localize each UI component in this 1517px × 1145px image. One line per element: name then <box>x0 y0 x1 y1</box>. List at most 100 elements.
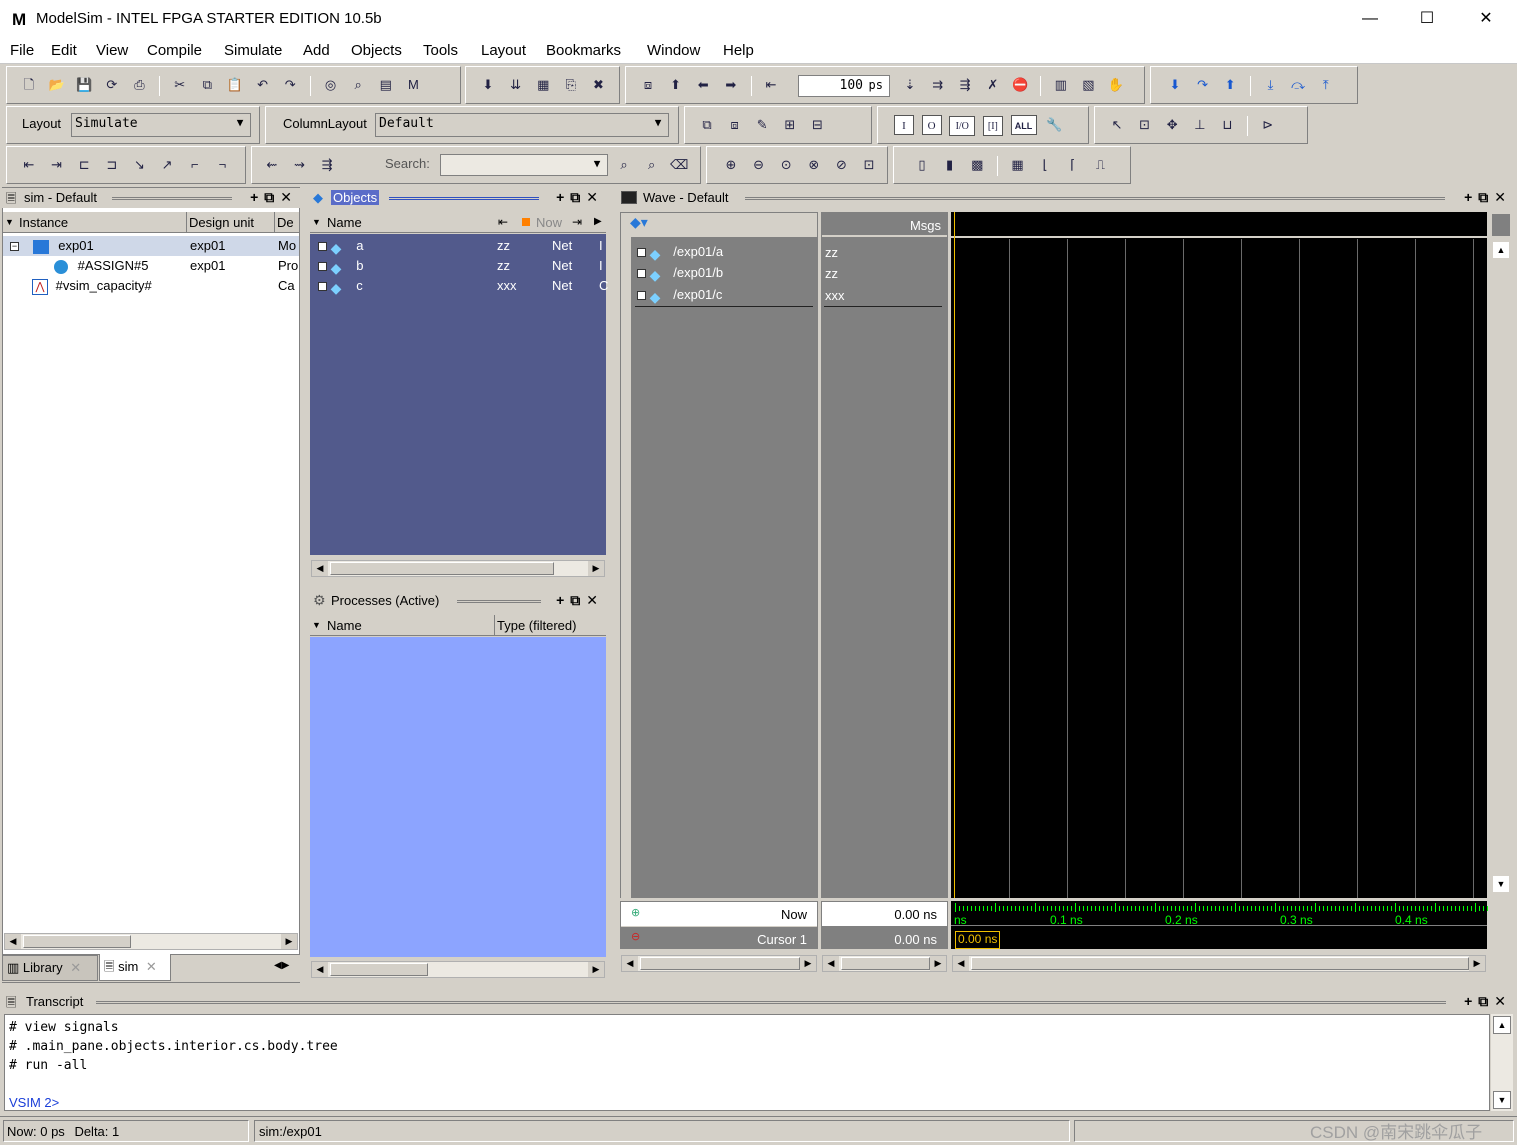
wave-toolbar-icon[interactable]: ◆▾ <box>630 214 648 231</box>
transcript-console[interactable]: # view signals # .main_pane.objects.inte… <box>4 1014 1490 1111</box>
scroll-left-icon[interactable]: ◀ <box>622 956 638 971</box>
break-icon[interactable]: ⎘ <box>561 75 581 95</box>
scroll-left-icon[interactable]: ◀ <box>5 934 21 949</box>
pane-controls[interactable]: +⧉✕ <box>556 592 604 609</box>
layout-select[interactable]: Simulate ▼ <box>71 113 251 137</box>
back-arrow-icon[interactable]: ⬅ <box>693 75 713 95</box>
step-forward-icon[interactable]: ⇥ <box>572 215 582 229</box>
zoom-full-icon[interactable]: ⊙ <box>776 155 796 175</box>
close-icon[interactable]: ✕ <box>146 959 157 974</box>
wave-cut-icon[interactable]: ⧉ <box>697 115 717 135</box>
next-falling-icon[interactable]: ↗ <box>157 155 177 175</box>
column-name[interactable]: Name <box>327 215 362 230</box>
stop-run-icon[interactable]: ⛔ <box>1011 75 1031 95</box>
restart-icon[interactable]: ⇤ <box>761 75 781 95</box>
close-button[interactable]: ✕ <box>1466 6 1506 32</box>
filter-inout-button[interactable]: I/O <box>949 116 976 136</box>
find-next-icon[interactable]: ⌕ <box>642 155 662 175</box>
step-over-icon[interactable]: ↷ <box>1193 75 1213 95</box>
menu-bookmarks[interactable]: Bookmarks <box>546 42 621 59</box>
expand-icon[interactable]: + <box>318 242 327 252</box>
pane-controls[interactable]: +⧉✕ <box>1464 189 1512 206</box>
pane-grip[interactable] <box>96 1001 1446 1004</box>
cursor-time-flag[interactable]: 0.00 ns <box>955 931 1001 949</box>
tree-row[interactable]: #ASSIGN#5 <box>40 258 148 274</box>
wave-grid-icon[interactable]: ▩ <box>967 155 987 175</box>
wrench-icon[interactable]: 🔧 <box>1044 115 1064 135</box>
wave-values-hscroll[interactable]: ◀ ▶ <box>822 955 947 972</box>
falling-edge-icon[interactable]: ⊏ <box>74 155 94 175</box>
hand-icon[interactable]: ✋ <box>1106 75 1126 95</box>
search-down-icon[interactable]: ⇝ <box>290 155 310 175</box>
step-into-c-icon[interactable]: ⤓ <box>1261 75 1281 95</box>
scroll-up-icon[interactable]: ▲ <box>1493 242 1509 258</box>
wave-canvas[interactable] <box>951 212 1487 898</box>
performance-icon[interactable]: ▥ <box>1051 75 1071 95</box>
menu-help[interactable]: Help <box>723 42 754 59</box>
scroll-down-icon[interactable]: ▼ <box>1493 876 1509 892</box>
scroll-thumb[interactable] <box>330 963 428 976</box>
print-icon[interactable]: ⎙ <box>130 75 150 95</box>
scroll-left-icon[interactable]: ◀ <box>312 561 328 576</box>
memory-icon[interactable]: ▧ <box>1078 75 1098 95</box>
lock-cursor-icon[interactable]: ⊖ <box>631 930 640 943</box>
menu-compile[interactable]: Compile <box>147 42 202 59</box>
filter-all-button[interactable]: ALL <box>1010 115 1037 135</box>
wave-signal-row[interactable]: + ◆ /exp01/b <box>637 265 723 283</box>
open-folder-icon[interactable]: 📂 <box>47 75 67 95</box>
object-row[interactable]: + ◆ a <box>318 238 363 256</box>
column-name[interactable]: Name <box>327 618 362 633</box>
find-clear-icon[interactable]: ⌫ <box>669 155 689 175</box>
expand-icon[interactable]: + <box>637 248 646 258</box>
column-now[interactable]: Now <box>536 215 562 230</box>
cut-icon[interactable]: ✂ <box>170 75 190 95</box>
continue-run-icon[interactable]: ⇉ <box>928 75 948 95</box>
search-input[interactable]: ▼ <box>440 154 608 176</box>
wave-delete-icon[interactable]: ⊟ <box>808 115 828 135</box>
help-icon[interactable]: ◎ <box>321 75 341 95</box>
wave-insert-icon[interactable]: ⊞ <box>780 115 800 135</box>
wave-step-icon[interactable]: ⌈ <box>1063 155 1083 175</box>
modelsim-icon[interactable]: M <box>403 75 423 95</box>
environment-icon[interactable]: ⧈ <box>638 75 658 95</box>
rising-edge-icon[interactable]: ⊐ <box>102 155 122 175</box>
undo-icon[interactable]: ↶ <box>253 75 273 95</box>
search-up-icon[interactable]: ⇜ <box>262 155 282 175</box>
filter-internal-button[interactable]: [I] <box>982 116 1003 136</box>
zoom-last-icon[interactable]: ⊘ <box>832 155 852 175</box>
select-mode-icon[interactable]: ↖ <box>1107 115 1127 135</box>
expand-icon[interactable]: + <box>637 291 646 301</box>
minimize-button[interactable]: — <box>1350 6 1390 32</box>
pane-grip[interactable] <box>457 600 541 603</box>
scroll-left-icon[interactable]: ◀ <box>953 956 969 971</box>
copy-icon[interactable]: ⧉ <box>197 75 217 95</box>
expand-icon[interactable]: + <box>637 269 646 279</box>
step-out-icon[interactable]: ⬆ <box>1220 75 1240 95</box>
scroll-thumb[interactable] <box>971 957 1469 970</box>
menu-view[interactable]: View <box>96 42 128 59</box>
scroll-left-icon[interactable]: ◀ <box>823 956 839 971</box>
reload-icon[interactable]: ⟳ <box>102 75 122 95</box>
menu-edit[interactable]: Edit <box>51 42 77 59</box>
prev-edge-icon[interactable]: ⇤ <box>19 155 39 175</box>
zoom-out-icon[interactable]: ⊖ <box>749 155 769 175</box>
wave-paste-icon[interactable]: ✎ <box>752 115 772 135</box>
compile-icon[interactable]: ⬇ <box>478 75 498 95</box>
pan-mode-icon[interactable]: ✥ <box>1162 115 1182 135</box>
expand-icon[interactable]: + <box>318 262 327 272</box>
zoom-mode-icon[interactable]: ⊡ <box>1135 115 1155 135</box>
wave-vscroll[interactable]: ▲ ▼ <box>1490 212 1512 898</box>
column-instance[interactable]: Instance <box>19 215 68 230</box>
save-icon[interactable]: 💾 <box>74 75 94 95</box>
wave-signal-row[interactable]: + ◆ /exp01/a <box>637 244 723 262</box>
filter-arrow-icon[interactable]: ▼ <box>312 217 321 227</box>
search-options-icon[interactable]: ⇶ <box>317 155 337 175</box>
scroll-thumb[interactable] <box>330 562 554 575</box>
menu-objects[interactable]: Objects <box>351 42 402 59</box>
zoom-cursor-icon[interactable]: ⊗ <box>804 155 824 175</box>
scroll-down-icon[interactable]: ▼ <box>1493 1091 1511 1109</box>
new-file-icon[interactable]: 🗋 <box>19 75 39 95</box>
object-row[interactable]: + ◆ c <box>318 278 363 296</box>
zoom-range-icon[interactable]: ⊡ <box>859 155 879 175</box>
column-divider[interactable] <box>494 615 495 636</box>
